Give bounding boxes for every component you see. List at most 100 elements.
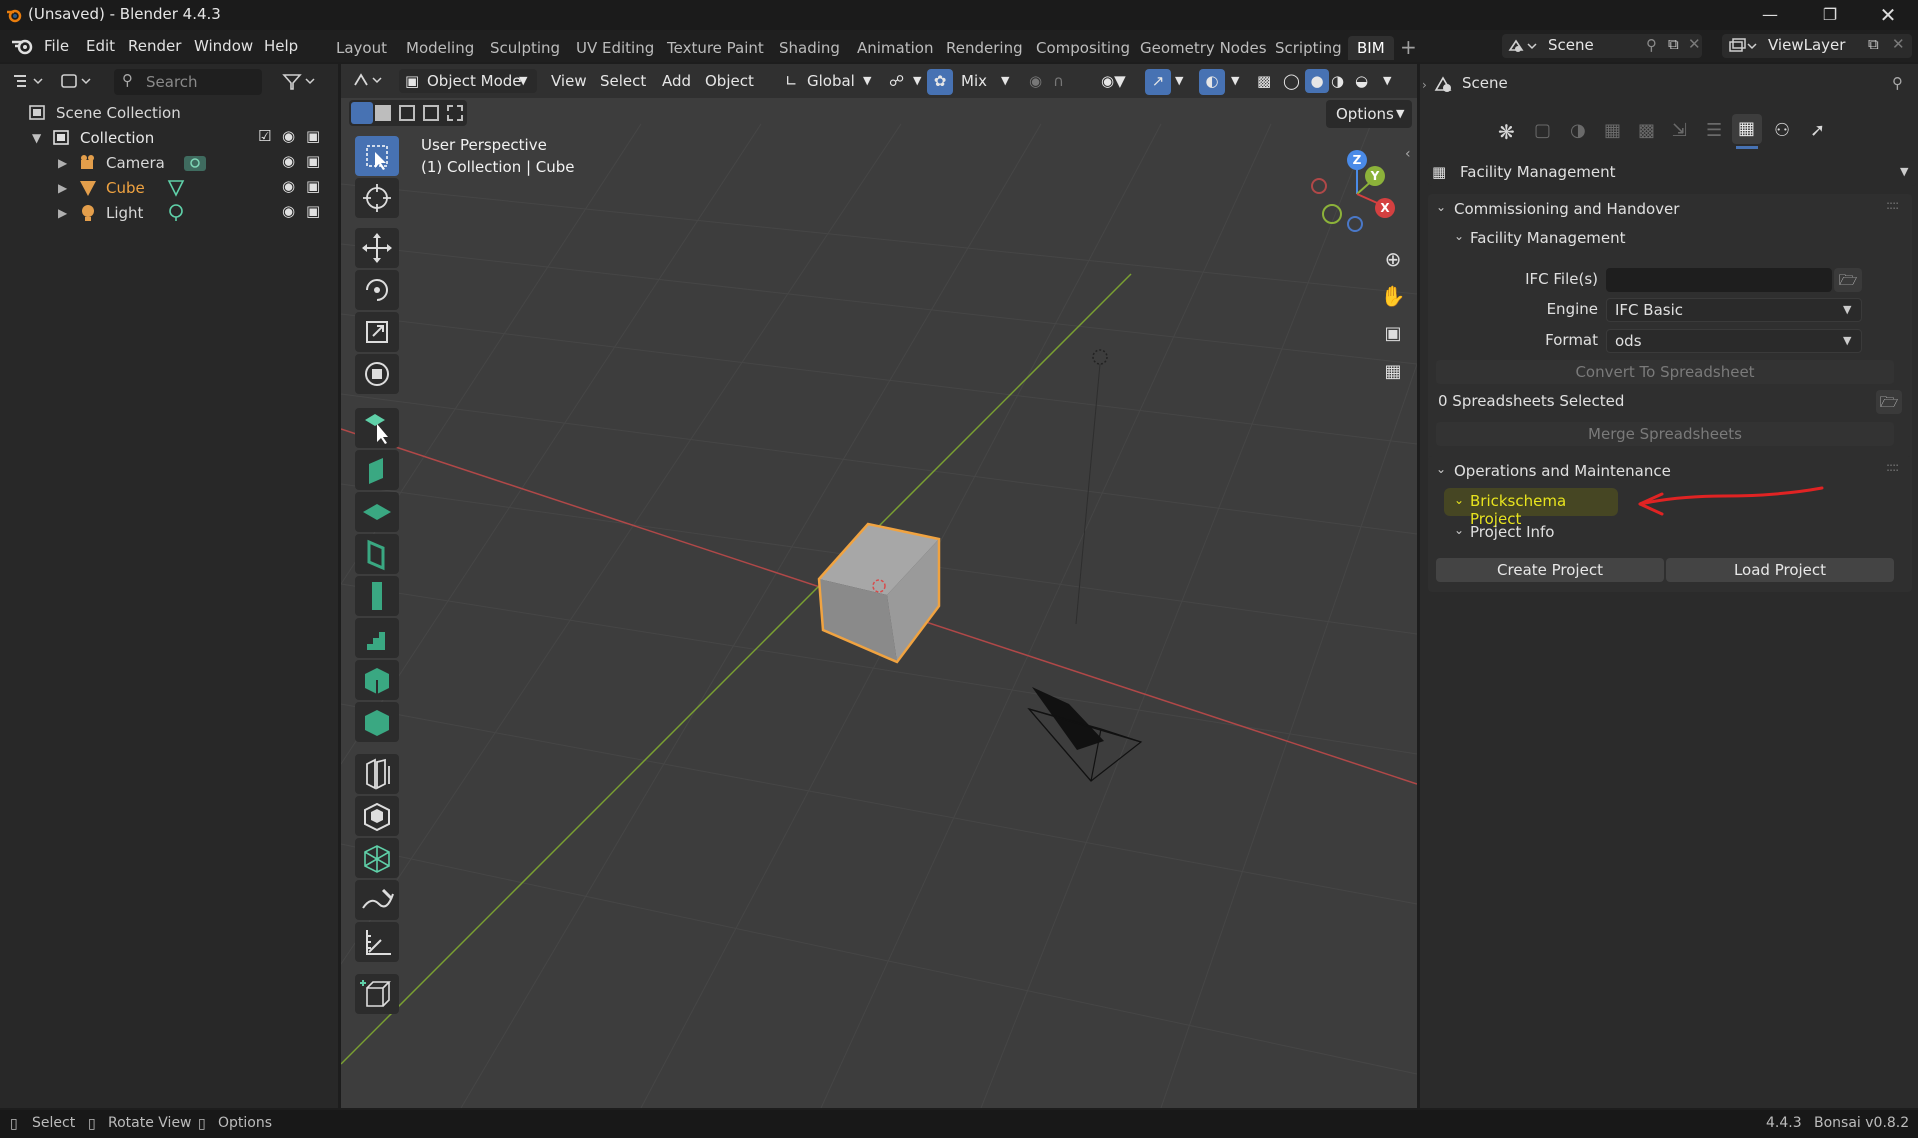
select-subtract-icon[interactable] — [399, 105, 415, 121]
tab-sculpting[interactable]: Sculpting — [481, 36, 569, 60]
camera-render-icon[interactable]: ▣ — [306, 177, 320, 195]
display-mode-icon[interactable] — [60, 72, 96, 92]
tool-scale[interactable] — [355, 312, 399, 352]
delete-scene-icon[interactable]: ✕ — [1688, 35, 1701, 53]
tool-bim-aggregate[interactable] — [355, 754, 399, 794]
engine-dropdown[interactable]: IFC Basic ▼ — [1606, 298, 1862, 322]
snap-mode-dropdown[interactable]: Mix ▼ — [959, 69, 1019, 93]
tab-rendering[interactable]: Rendering — [937, 36, 1032, 60]
tool-rotate[interactable] — [355, 270, 399, 310]
mode-dropdown[interactable]: ▣ Object Mode ▼ — [399, 69, 537, 93]
sidebar-collapse-icon[interactable]: ‹ — [1405, 146, 1411, 162]
folder-browse-icon[interactable]: 🗁 — [1876, 390, 1902, 414]
bim-quality-tab-icon[interactable]: ⚇ — [1774, 120, 1790, 141]
outliner-item-light[interactable]: ▶ Light ◉ ▣ — [0, 200, 338, 225]
project-info-subpanel-header[interactable]: ⌄ Project Info — [1442, 520, 1902, 548]
gizmo-neg-y-axis[interactable] — [1322, 204, 1342, 224]
checkbox-icon[interactable]: ☑ — [258, 127, 271, 145]
outliner-item-camera[interactable]: ▶ Camera ◉ ▣ — [0, 150, 338, 175]
fm-subpanel-header[interactable]: ⌄ Facility Management — [1442, 226, 1902, 254]
menu-edit[interactable]: Edit — [78, 35, 123, 57]
camera-render-icon[interactable]: ▣ — [306, 152, 320, 170]
viewlayer-selector[interactable]: ViewLayer ⧉ ✕ — [1722, 34, 1912, 58]
light-data-icon[interactable] — [166, 203, 186, 223]
tab-texture-paint[interactable]: Texture Paint — [658, 36, 773, 60]
gizmo-neg-x-axis[interactable] — [1311, 178, 1327, 194]
select-extend-icon[interactable] — [375, 105, 391, 121]
panel-selector-dropdown[interactable]: ▦ Facility Management ▼ — [1428, 160, 1916, 186]
tool-move[interactable] — [355, 228, 399, 268]
ifc-files-input[interactable] — [1606, 268, 1832, 292]
select-invert-icon[interactable] — [423, 105, 439, 121]
tool-bim-structural[interactable] — [355, 838, 399, 878]
tool-bim-spatial[interactable] — [355, 796, 399, 836]
camera-render-icon[interactable]: ▣ — [306, 202, 320, 220]
tab-layout[interactable]: Layout — [327, 36, 396, 60]
maximize-button[interactable]: ❐ — [1802, 0, 1858, 30]
menu-render[interactable]: Render — [120, 35, 189, 57]
viewport-scene[interactable] — [341, 64, 1417, 1108]
tab-uv-editing[interactable]: UV Editing — [567, 36, 663, 60]
gizmo-y-axis[interactable]: Y — [1365, 166, 1385, 186]
menu-help[interactable]: Help — [256, 35, 306, 57]
cube-object[interactable] — [817, 522, 941, 664]
overlay-toggle-icon[interactable]: ◐ — [1199, 69, 1225, 95]
menu-object[interactable]: Object — [705, 69, 754, 93]
pivot-dropdown[interactable]: ☍ ▼ — [887, 69, 931, 93]
pin-icon[interactable]: ⚲ — [1646, 36, 1657, 54]
bim-drawings-tab-icon[interactable]: ▦ — [1604, 120, 1621, 141]
brickschema-subpanel-header[interactable]: ⌄ Brickschema Project — [1442, 488, 1622, 528]
select-intersect-icon[interactable] — [447, 105, 463, 121]
new-scene-icon[interactable]: ⧉ — [1668, 35, 1679, 53]
add-workspace-icon[interactable]: + — [1400, 35, 1417, 59]
bim-schedule-tab-icon[interactable]: ☰ — [1706, 120, 1722, 141]
editor-type-icon[interactable] — [12, 72, 50, 92]
tool-bim-space[interactable] — [355, 660, 399, 700]
3d-viewport[interactable]: ▣ Object Mode ▼ View Select Add Object ∟… — [341, 64, 1417, 1108]
camera-view-icon[interactable]: ▣ — [1377, 318, 1409, 350]
tool-add-cube[interactable] — [355, 974, 399, 1014]
bim-geometry-tab-icon[interactable]: ◑ — [1570, 120, 1586, 141]
bim-object-tab-icon[interactable]: ▢ — [1534, 120, 1551, 141]
menu-view[interactable]: View — [551, 69, 587, 93]
bim-project-tab-icon[interactable]: ❋ — [1498, 120, 1515, 144]
blender-menu-icon[interactable] — [10, 36, 36, 56]
drag-handle-icon[interactable]: :::: — [1886, 198, 1899, 212]
xray-toggle-icon[interactable]: ▩ — [1257, 69, 1271, 93]
expand-right-icon[interactable]: ▶ — [58, 206, 67, 220]
gizmo-neg-z-axis[interactable] — [1347, 216, 1363, 232]
gizmo-x-axis[interactable]: X — [1375, 198, 1395, 218]
tab-bim[interactable]: BIM — [1348, 36, 1394, 60]
bim-settings-tab-icon[interactable]: ➚ — [1810, 120, 1825, 141]
light-object[interactable] — [1075, 349, 1108, 625]
tab-shading[interactable]: Shading — [770, 36, 849, 60]
snap-toggle-icon[interactable]: ✿ — [927, 69, 953, 95]
tool-measure[interactable] — [355, 922, 399, 962]
eye-icon[interactable]: ◉ — [282, 202, 295, 220]
tab-compositing[interactable]: Compositing — [1027, 36, 1139, 60]
outliner-search-input[interactable]: ⚲ Search — [114, 69, 262, 95]
commissioning-panel-header[interactable]: ⌄ Commissioning and Handover :::: — [1428, 194, 1912, 224]
tab-scripting[interactable]: Scripting — [1266, 36, 1351, 60]
gizmo-z-axis[interactable]: Z — [1347, 150, 1367, 170]
filter-icon[interactable] — [282, 72, 322, 92]
eye-icon[interactable]: ◉ — [282, 152, 295, 170]
close-button[interactable]: ✕ — [1860, 0, 1916, 30]
menu-window[interactable]: Window — [186, 35, 261, 57]
options-dropdown[interactable]: Options ▼ — [1326, 100, 1412, 128]
bim-services-tab-icon[interactable]: ▩ — [1638, 120, 1655, 141]
tool-bim-stair[interactable] — [355, 618, 399, 658]
menu-select[interactable]: Select — [600, 69, 646, 93]
proportional-edit-icon[interactable]: ◉ — [1029, 69, 1042, 93]
chevron-down-icon[interactable]: ▼ — [1231, 69, 1239, 93]
transform-orientation-dropdown[interactable]: ∟ Global ▼ — [783, 69, 875, 93]
chevron-down-icon[interactable]: ▼ — [1383, 69, 1391, 93]
zoom-icon[interactable]: ⊕ — [1377, 243, 1409, 275]
select-new-icon[interactable] — [351, 102, 373, 124]
tool-cursor[interactable] — [355, 178, 399, 218]
drag-handle-icon[interactable]: :::: — [1886, 460, 1899, 474]
convert-to-spreadsheet-button[interactable]: Convert To Spreadsheet — [1436, 360, 1894, 384]
menu-file[interactable]: File — [36, 35, 77, 57]
expand-down-icon[interactable]: ▼ — [32, 131, 41, 145]
gizmo-toggle-icon[interactable]: ↗ — [1145, 69, 1171, 95]
